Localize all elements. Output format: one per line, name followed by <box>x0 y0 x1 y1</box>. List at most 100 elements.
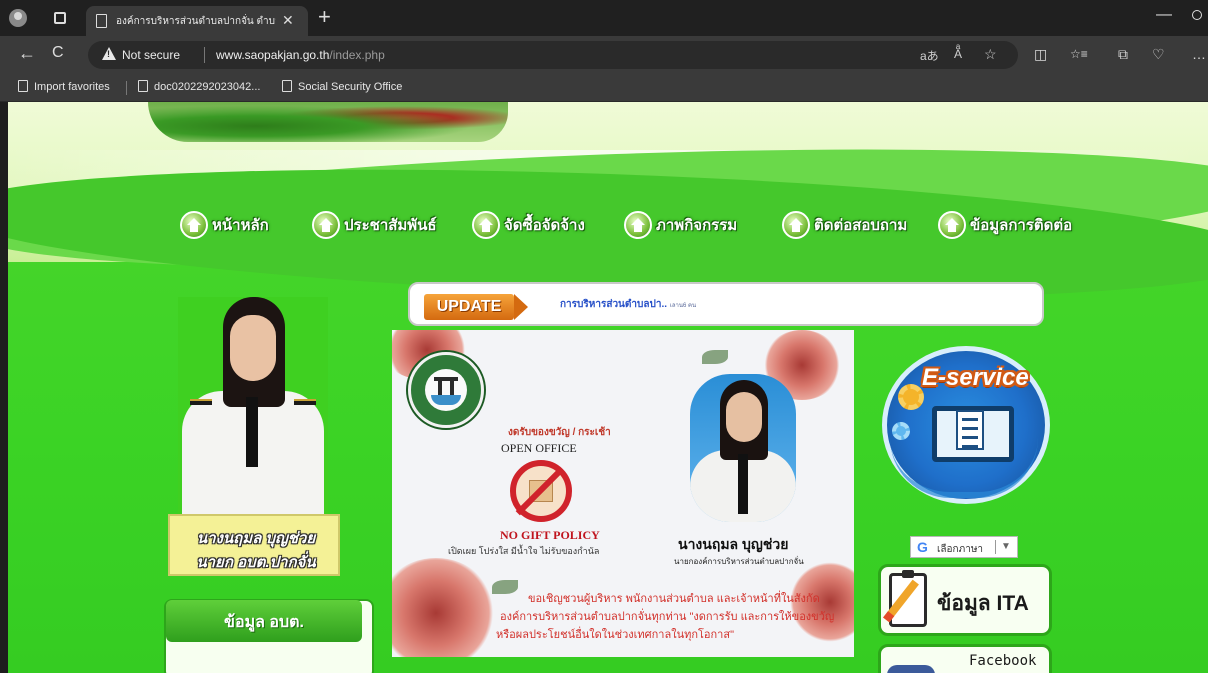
mayor-position: นายก อบต.ปากจั่น <box>196 554 316 571</box>
poster-invite-line: ขอเชิญชวนผู้บริหาร พนักงานส่วนตำบล และเจ… <box>528 593 820 605</box>
facebook-button[interactable]: Facebook <box>878 644 1052 673</box>
warning-icon[interactable] <box>102 47 116 60</box>
favorite-star-icon[interactable]: ☆ <box>984 46 997 63</box>
home-icon <box>180 211 208 239</box>
window-edge <box>0 102 8 673</box>
read-aloud-icon[interactable]: A͏ͣ <box>954 47 962 61</box>
poster-invite-line: หรือผลประโยชน์อื่นใดในช่วงเทศกาลในทุกโอก… <box>496 629 734 641</box>
mayor-name: นางนฤมล บุญช่วย <box>196 530 316 547</box>
clipboard-icon <box>889 570 927 627</box>
eservice-banner[interactable]: E-service <box>870 342 1062 512</box>
web-page: หน้าหลัก ประชาสัมพันธ์ จัดซื้อจัดจ้าง ภา… <box>8 102 1208 673</box>
translate-page-icon[interactable]: aあ <box>920 47 939 64</box>
new-tab-button[interactable]: + <box>318 4 331 30</box>
home-icon <box>624 211 652 239</box>
favorites-separator <box>126 81 127 95</box>
favorites-icon[interactable]: ☆≡ <box>1070 47 1088 61</box>
split-screen-icon[interactable]: ◫ <box>1034 46 1047 63</box>
document-icon <box>956 410 984 450</box>
poster-person-title: นายกองค์การบริหารส่วนตำบลปากจั่น <box>674 557 804 566</box>
eservice-label: E-service <box>922 364 1029 391</box>
url-text[interactable]: www.saopakjan.go.th/index.php <box>216 48 385 62</box>
browser-tab-active[interactable]: องค์การบริหารส่วนตำบลปากจั่น ตำบลปากจั่น… <box>86 6 308 36</box>
browser-essentials-icon[interactable]: ♡ <box>1152 46 1165 63</box>
page-icon <box>282 80 292 92</box>
poster-no-gift-policy: NO GIFT POLICY <box>500 528 600 542</box>
menu-item-procurement[interactable]: จัดซื้อจัดจ้าง <box>472 210 585 240</box>
favorite-item[interactable]: Social Security Office <box>282 80 402 93</box>
home-icon <box>472 211 500 239</box>
ita-label: ข้อมูล ITA <box>937 592 1029 615</box>
gate-icon <box>434 377 458 397</box>
sao-seal-logo <box>408 352 484 428</box>
tab-close-icon[interactable]: ✕ <box>282 12 294 29</box>
restore-icon[interactable] <box>1192 10 1202 20</box>
update-marquee-subtext: เลาน6 คน <box>669 303 697 309</box>
collections-icon[interactable]: ⧉ <box>1118 46 1128 63</box>
menu-item-home[interactable]: หน้าหลัก <box>180 210 269 240</box>
google-translate-select[interactable]: G เลือกภาษา ▼ <box>910 536 1018 558</box>
home-icon <box>782 211 810 239</box>
page-icon <box>138 80 148 92</box>
info-panel-title: ข้อมูล อบต. <box>224 614 304 631</box>
menu-item-activities[interactable]: ภาพกิจกรรม <box>624 210 737 240</box>
rose-decoration <box>392 558 496 657</box>
poster-invite-line: องค์การบริหารส่วนตำบลปากจั่นทุกท่าน "งดก… <box>500 611 835 623</box>
menu-item-label: ข้อมูลการติดต่อ <box>970 217 1073 234</box>
mayor-photo <box>178 297 328 515</box>
address-separator <box>204 47 205 63</box>
leaf-decoration <box>702 350 728 364</box>
update-bar: UPDATE การบริหารส่วนตำบลปา.. เลาน6 คน <box>408 282 1044 326</box>
url-host: www.saopakjan.go.th <box>216 48 330 62</box>
menu-item-label: ภาพกิจกรรม <box>656 217 738 234</box>
address-bar-row: ← C Not secure www.saopakjan.go.th/index… <box>0 36 1208 74</box>
address-field[interactable]: Not secure www.saopakjan.go.th/index.php… <box>88 41 1018 69</box>
home-icon <box>938 211 966 239</box>
info-panel-header[interactable]: ข้อมูล อบต. <box>166 600 362 642</box>
water-icon <box>431 395 461 405</box>
browser-tab-bar: องค์การบริหารส่วนตำบลปากจั่น ตำบลปากจั่น… <box>0 0 1208 36</box>
tie <box>246 397 258 467</box>
update-marquee-link[interactable]: การบริหารส่วนตำบลปา.. เลาน6 คน <box>560 297 696 312</box>
poster-person-name: นางนฤมล บุญช่วย <box>678 536 789 552</box>
url-path: /index.php <box>329 48 385 62</box>
page-icon <box>96 14 107 28</box>
favorite-item-label: doc0202292023042... <box>154 81 261 93</box>
prohibit-slash <box>515 468 563 516</box>
mayor-name-box: นางนฤมล บุญช่วย นายก อบต.ปากจั่น <box>168 514 340 576</box>
poster-open-office: OPEN OFFICE <box>501 441 577 455</box>
menu-item-label: หน้าหลัก <box>212 217 269 234</box>
ita-info-button[interactable]: ข้อมูล ITA <box>878 564 1052 636</box>
menu-item-inquiry[interactable]: ติดต่อสอบถาม <box>782 210 907 240</box>
menu-item-contact-info[interactable]: ข้อมูลการติดต่อ <box>938 210 1072 240</box>
garden-image <box>148 102 508 142</box>
menu-item-label: ประชาสัมพันธ์ <box>344 217 437 234</box>
facebook-icon <box>887 665 935 673</box>
translate-separator <box>995 540 996 554</box>
back-button[interactable]: ← <box>18 43 36 64</box>
facebook-label: Facebook <box>969 653 1037 669</box>
gear-icon <box>898 384 924 410</box>
poster-portrait <box>690 374 796 522</box>
leaf-decoration <box>492 580 518 594</box>
no-gift-policy-poster[interactable]: งดรับของขวัญ / กระเช้า OPEN OFFICE NO GI… <box>392 330 854 657</box>
tab-title: องค์การบริหารส่วนตำบลปากจั่น ตำบลปากจั่น <box>116 16 276 27</box>
poster-slogan: เปิดเผย โปร่งใส มีน้ำใจ ไม่รับของกำนัล <box>448 546 600 556</box>
face <box>726 392 762 442</box>
menu-item-public-relations[interactable]: ประชาสัมพันธ์ <box>312 210 437 240</box>
menu-item-label: ติดต่อสอบถาม <box>814 217 908 234</box>
more-menu-icon[interactable]: … <box>1192 46 1206 62</box>
tab-actions-icon[interactable] <box>54 12 66 24</box>
home-icon <box>312 211 340 239</box>
security-label[interactable]: Not secure <box>122 48 180 62</box>
tie <box>738 454 748 514</box>
favorites-bar: Import favorites doc0202292023042... Soc… <box>0 74 1208 102</box>
import-favorites-label: Import favorites <box>34 81 110 93</box>
update-badge: UPDATE <box>424 294 528 320</box>
favorite-item[interactable]: doc0202292023042... <box>138 80 260 93</box>
import-favorites-link[interactable]: Import favorites <box>18 80 110 93</box>
reload-button[interactable]: C <box>52 44 64 62</box>
epaulette <box>294 399 316 405</box>
profile-avatar-icon[interactable] <box>9 9 27 27</box>
minimize-button[interactable]: — <box>1156 6 1172 24</box>
